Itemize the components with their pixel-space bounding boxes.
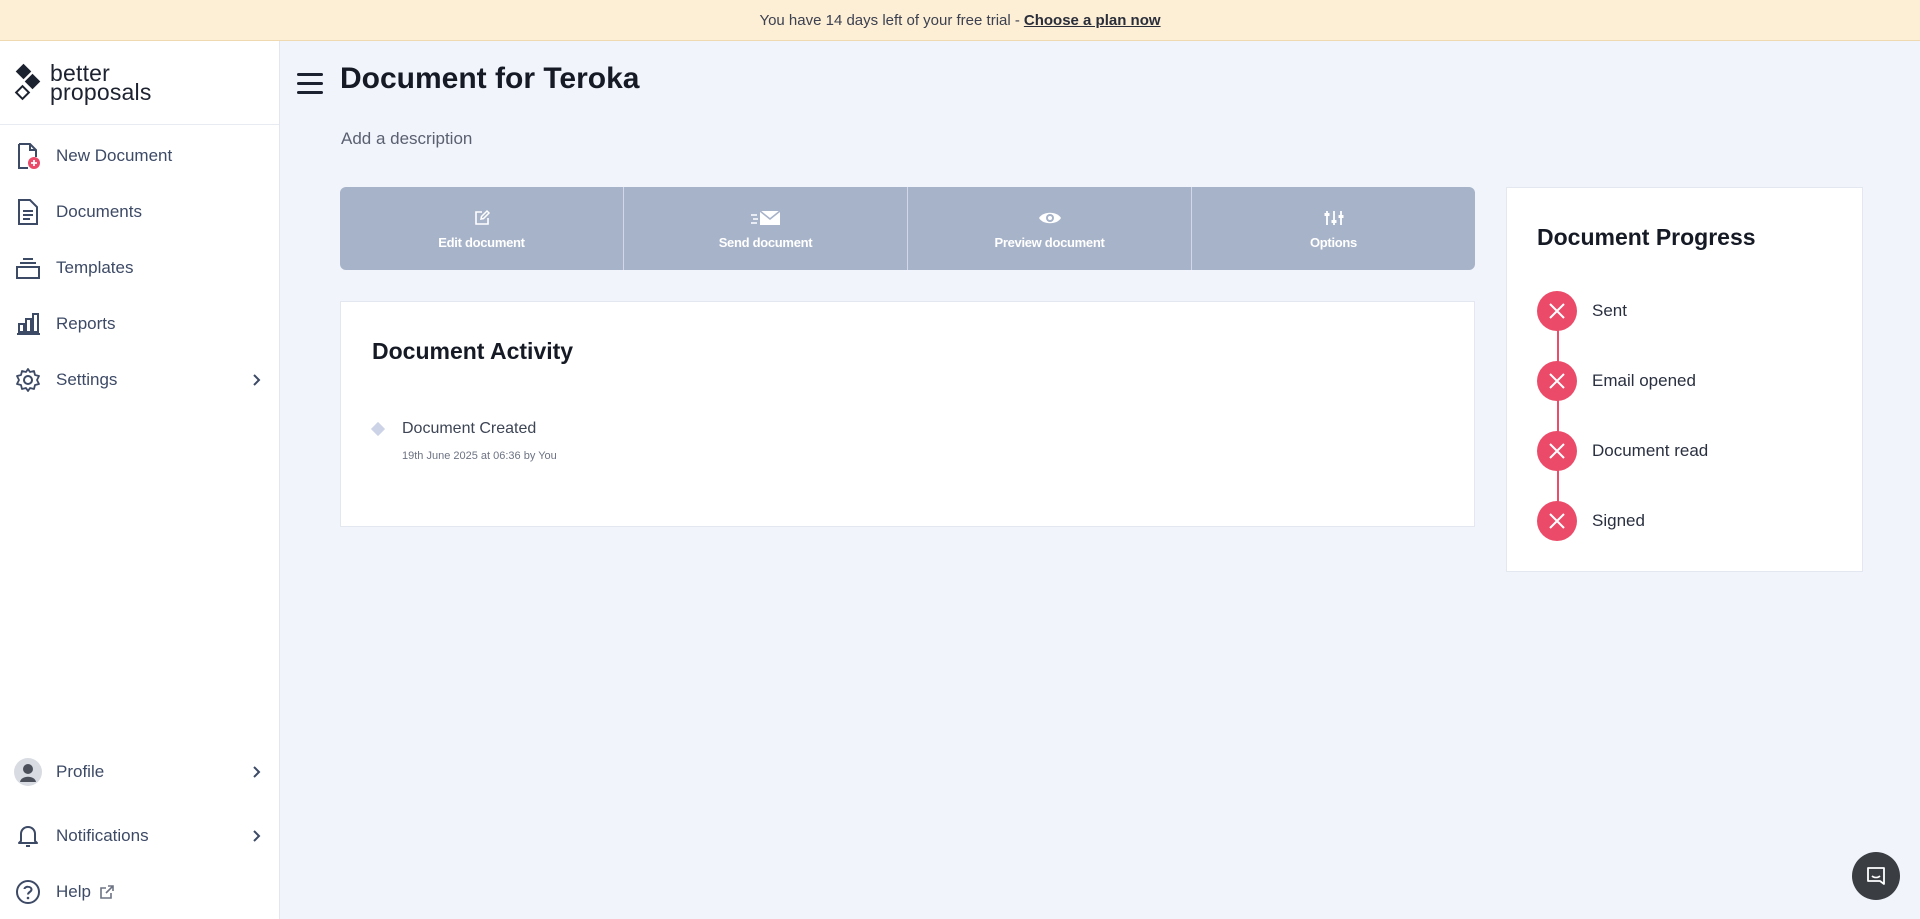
activity-item-title: Document Created <box>402 420 537 437</box>
send-document-button[interactable]: Send document <box>624 187 908 270</box>
sidebar-item-reports[interactable]: Reports <box>0 304 279 344</box>
preview-document-button[interactable]: Preview document <box>908 187 1192 270</box>
sidebar-item-documents[interactable]: Documents <box>0 192 279 232</box>
sidebar-item-settings[interactable]: Settings <box>0 360 279 400</box>
activity-marker-icon <box>370 421 386 437</box>
document-activity-card: Document Activity Document Created 19th … <box>340 301 1475 527</box>
progress-step-document-read: Document read <box>1537 431 1708 471</box>
options-button[interactable]: Options <box>1192 187 1475 270</box>
preview-document-label: Preview document <box>994 235 1105 250</box>
sliders-icon <box>1323 207 1345 229</box>
trial-banner: You have 14 days left of your free trial… <box>0 0 1920 41</box>
chevron-right-icon <box>247 371 265 389</box>
sidebar-item-label: Documents <box>56 202 142 221</box>
options-label: Options <box>1309 235 1357 250</box>
progress-step-label: Email opened <box>1592 371 1696 390</box>
progress-step-signed: Signed <box>1537 501 1645 541</box>
send-mail-icon <box>750 207 782 229</box>
progress-step-label: Document read <box>1592 441 1709 460</box>
x-circle-icon <box>1537 361 1577 401</box>
sidebar-item-label: Help <box>56 882 91 901</box>
external-link-icon <box>99 884 115 900</box>
gear-icon <box>14 366 42 394</box>
chevron-right-icon <box>247 827 265 845</box>
sidebar-item-label: Templates <box>56 258 134 277</box>
x-circle-icon <box>1537 291 1577 331</box>
logo-text: better proposals <box>50 61 152 105</box>
sidebar-item-label: Reports <box>56 314 116 333</box>
help-icon <box>14 878 42 906</box>
logo-mark-icon <box>14 63 42 103</box>
edit-document-button[interactable]: Edit document <box>340 187 624 270</box>
sidebar-item-help[interactable]: Help <box>0 872 279 912</box>
sidebar: better proposals New Document Documents <box>0 41 280 919</box>
sidebar-item-templates[interactable]: Templates <box>0 248 279 288</box>
document-progress-card: Document Progress Sent Email opened Docu… <box>1506 187 1863 572</box>
progress-step-sent: Sent <box>1537 291 1627 331</box>
progress-step-email-opened: Email opened <box>1537 361 1696 401</box>
sidebar-item-new-document[interactable]: New Document <box>0 136 279 176</box>
sidebar-item-label: New Document <box>56 146 173 165</box>
sidebar-item-label: Profile <box>56 762 105 781</box>
chat-icon <box>1865 865 1887 887</box>
progress-step-label: Signed <box>1592 511 1645 530</box>
chevron-right-icon <box>247 763 265 781</box>
sidebar-item-label: Settings <box>56 370 118 389</box>
sidebar-item-profile[interactable]: Profile <box>0 752 279 792</box>
send-document-label: Send document <box>718 235 813 250</box>
avatar <box>14 758 42 786</box>
logo[interactable]: better proposals <box>0 41 279 125</box>
progress-line <box>1557 311 1559 521</box>
x-circle-icon <box>1537 501 1577 541</box>
new-document-icon <box>14 142 42 170</box>
sidebar-item-notifications[interactable]: Notifications <box>0 816 279 856</box>
eye-icon <box>1038 207 1062 229</box>
documents-icon <box>14 198 42 226</box>
bell-icon <box>14 822 42 850</box>
choose-plan-link[interactable]: Choose a plan now <box>1024 12 1161 29</box>
description-field[interactable]: Add a description <box>341 129 472 149</box>
progress-step-label: Sent <box>1592 301 1627 320</box>
x-circle-icon <box>1537 431 1577 471</box>
page-title: Document for Teroka <box>340 62 640 95</box>
hamburger-menu-icon[interactable] <box>297 73 323 95</box>
activity-item-meta: 19th June 2025 at 06:36 by You <box>402 450 557 462</box>
chat-launcher-button[interactable] <box>1852 852 1900 900</box>
templates-icon <box>14 254 42 282</box>
edit-icon <box>473 207 491 229</box>
sidebar-item-label: Notifications <box>56 826 149 845</box>
trial-banner-text: You have 14 days left of your free trial… <box>759 11 1020 29</box>
progress-title: Document Progress <box>1537 224 1756 250</box>
logo-text-line2: proposals <box>50 78 152 105</box>
action-bar: Edit document Send document Preview docu… <box>340 187 1475 270</box>
reports-icon <box>14 310 42 338</box>
edit-document-label: Edit document <box>438 235 525 250</box>
activity-title: Document Activity <box>372 338 574 364</box>
